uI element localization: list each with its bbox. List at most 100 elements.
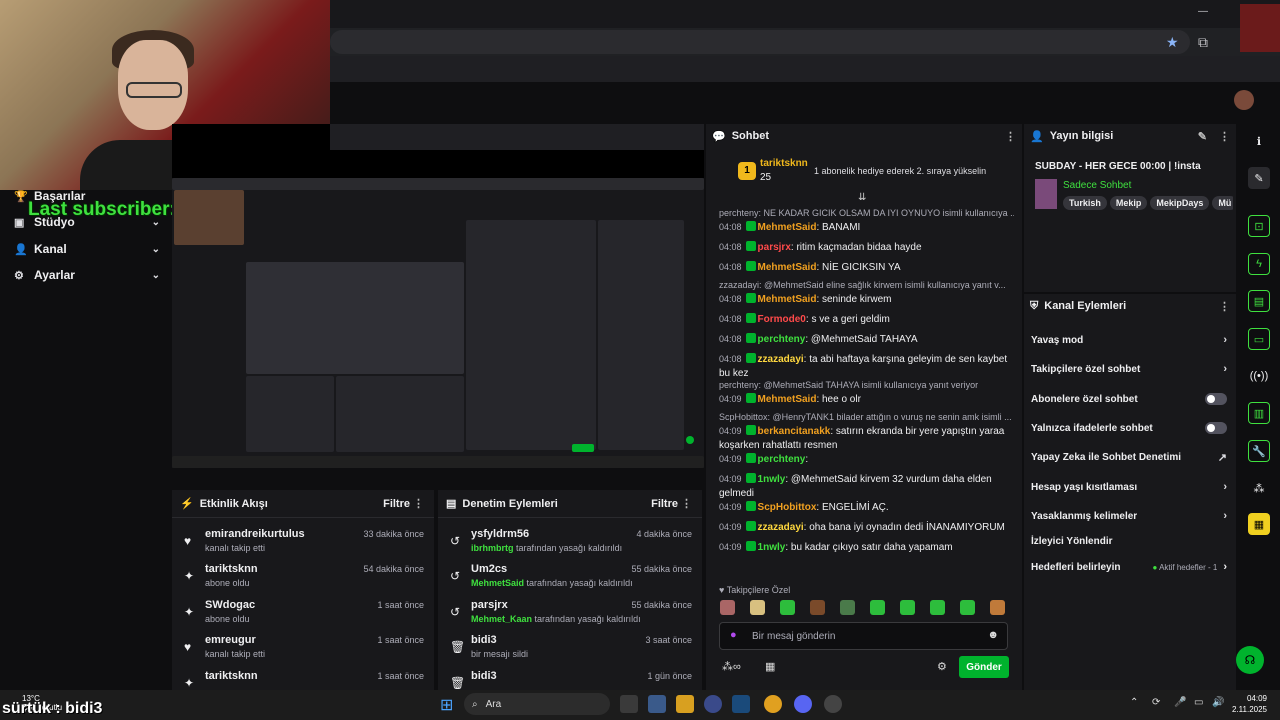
clapper-icon[interactable]: ▦ — [1248, 513, 1270, 535]
action-followers-only[interactable]: Takipçilere özel sohbet › — [1031, 360, 1227, 378]
layout-icon[interactable]: ▥ — [1248, 402, 1270, 424]
action-ai-moderation[interactable]: Yapay Zeka ile Sohbet Denetimi ↗ — [1031, 448, 1227, 466]
edit-icon[interactable]: ✎ — [1248, 167, 1270, 189]
emote[interactable] — [810, 600, 825, 615]
sidebar-item-kanal[interactable]: 👤 Kanal ⌄ — [14, 238, 160, 260]
subscribers-only-toggle[interactable] — [1205, 393, 1227, 405]
avatar[interactable] — [1234, 90, 1254, 110]
chat-username[interactable]: 1nwly — [758, 542, 786, 553]
tray-chevron-icon[interactable]: ⌃ — [1130, 697, 1138, 708]
more-options-icon[interactable]: ⋮ — [681, 497, 692, 510]
list-item[interactable]: 🗑 bidi3 bir mesajı sildi 3 saat önce — [438, 630, 702, 666]
more-options-icon[interactable]: ⋮ — [1219, 300, 1230, 313]
display-icon[interactable]: ▭ — [1194, 697, 1203, 708]
more-options-icon[interactable]: ⋮ — [1005, 130, 1016, 143]
list-item[interactable]: ✦ SWdogac abone oldu 1 saat önce — [172, 595, 434, 631]
chat-username[interactable]: MehmetSaid — [758, 294, 817, 305]
clock[interactable]: 04:09 2.11.2025 — [1232, 693, 1267, 715]
emote[interactable] — [990, 600, 1005, 615]
document-icon[interactable]: ▤ — [1248, 290, 1270, 312]
emote[interactable] — [840, 600, 855, 615]
store-icon[interactable]: ▦ — [765, 660, 775, 673]
info-icon[interactable]: ℹ — [1248, 130, 1270, 152]
action-account-age[interactable]: Hesap yaşı kısıtlaması › — [1031, 478, 1227, 496]
taskbar-search[interactable]: ⌕ Ara — [464, 693, 610, 715]
list-item[interactable]: ✦ tariktsknn 1 saat önce — [172, 666, 434, 690]
support-icon[interactable]: ☊ — [1236, 646, 1264, 674]
discord-icon[interactable] — [794, 695, 812, 713]
chat-username[interactable]: Formode0 — [758, 314, 806, 325]
chat-username[interactable]: MehmetSaid — [758, 262, 817, 273]
chat-username[interactable]: perchteny — [758, 454, 806, 465]
points-icon[interactable]: ⁂∞ — [722, 660, 741, 673]
action-subscribers-only[interactable]: Abonelere özel sohbet — [1031, 390, 1227, 408]
action-slow-mode[interactable]: Yavaş mod › — [1031, 331, 1227, 349]
microphone-tray-icon[interactable]: 🎤 — [1174, 697, 1186, 708]
edit-icon[interactable]: ✎ — [1198, 130, 1207, 143]
chat-username[interactable]: perchteny — [758, 334, 806, 345]
list-item[interactable]: ♥ emreugur kanalı takip etti 1 saat önce — [172, 630, 434, 666]
emote[interactable] — [900, 600, 915, 615]
volume-icon[interactable]: 🔊 — [1212, 697, 1224, 708]
list-item[interactable]: ↺ ysfyldrm56 ibrhmbrtg tarafından yasağı… — [438, 524, 702, 560]
list-item[interactable]: ↺ parsjrx Mehmet_Kaan tarafından yasağı … — [438, 595, 702, 631]
emote[interactable] — [780, 600, 795, 615]
filter-button[interactable]: Filtre — [383, 498, 410, 510]
chat-username[interactable]: zzazadayi — [758, 354, 804, 365]
extensions-icon[interactable]: ⧉ — [1198, 34, 1208, 51]
network-icon[interactable]: ⟳ — [1152, 697, 1160, 708]
calculator-icon[interactable] — [648, 695, 666, 713]
emote-only-toggle[interactable] — [1205, 422, 1227, 434]
send-button[interactable]: Gönder — [959, 656, 1009, 678]
obs-icon[interactable] — [824, 695, 842, 713]
emote[interactable] — [930, 600, 945, 615]
action-raid[interactable]: İzleyici Yönlendir — [1031, 532, 1227, 550]
chat-username[interactable]: zzazadayi — [758, 522, 804, 533]
list-item[interactable]: ♥ emirandreikurtulus kanalı takip etti 3… — [172, 524, 434, 560]
chat-username[interactable]: 1nwly — [758, 474, 786, 485]
list-item[interactable]: ↺ Um2cs MehmetSaid tarafından yasağı kal… — [438, 559, 702, 595]
more-options-icon[interactable]: ⋮ — [1219, 130, 1230, 143]
list-item[interactable]: 🗑 bidi3 1 gün önce — [438, 666, 702, 690]
settings-icon[interactable]: ⚙ — [937, 660, 947, 673]
chat-username[interactable]: MehmetSaid — [758, 222, 817, 233]
emote[interactable] — [960, 600, 975, 615]
filter-button[interactable]: Filtre — [651, 498, 678, 510]
sidebar-item-ayarlar[interactable]: ⚙ Ayarlar ⌄ — [14, 264, 160, 286]
chat-username[interactable]: parsjrx — [758, 242, 791, 253]
more-options-icon[interactable]: ⋮ — [413, 497, 424, 510]
microphone-icon[interactable]: ● — [730, 629, 737, 641]
chat-input[interactable]: ● Bir mesaj gönderin ☻ — [719, 622, 1008, 650]
emote[interactable] — [870, 600, 885, 615]
bookmark-star-icon[interactable]: ★ — [1166, 34, 1179, 51]
category-link[interactable]: Sadece Sohbet — [1063, 180, 1131, 191]
steam-icon[interactable] — [732, 695, 750, 713]
action-banned-words[interactable]: Yasaklanmış kelimeler › — [1031, 507, 1227, 525]
chat-username[interactable]: MehmetSaid — [758, 394, 817, 405]
action-emote-only[interactable]: Yalnızca ifadelerle sohbet — [1031, 419, 1227, 437]
address-bar[interactable] — [330, 30, 1190, 54]
action-goals[interactable]: Hedefleri belirleyin ● Aktif hedefler - … — [1031, 558, 1227, 576]
chat-username[interactable]: berkancitanakk — [758, 426, 831, 437]
list-item[interactable]: ✦ tariktsknn abone oldu 54 dakika önce — [172, 559, 434, 595]
scroll-down-icon[interactable]: ⇊ — [858, 192, 866, 203]
camera-icon[interactable]: ⊡ — [1248, 215, 1270, 237]
emote[interactable] — [720, 600, 735, 615]
emote[interactable] — [750, 600, 765, 615]
emoji-icon[interactable]: ☻ — [987, 629, 999, 641]
app-icon[interactable] — [704, 695, 722, 713]
profile-thumbnail[interactable] — [1240, 4, 1280, 52]
broadcast-icon[interactable]: ((•)) — [1248, 365, 1270, 387]
chat-username[interactable]: ScpHobittox — [758, 502, 817, 513]
minimize-icon[interactable]: — — [1198, 6, 1208, 17]
category-thumbnail[interactable] — [1035, 179, 1057, 209]
share-icon[interactable]: ⁂ — [1248, 477, 1270, 499]
bolt-icon[interactable]: ϟ — [1248, 253, 1270, 275]
chat-icon[interactable]: ▭ — [1248, 328, 1270, 350]
windows-start-icon[interactable]: ⊞ — [440, 695, 453, 715]
wrench-icon[interactable]: 🔧 — [1248, 440, 1270, 462]
chrome-icon[interactable] — [764, 695, 782, 713]
file-explorer-icon[interactable] — [676, 695, 694, 713]
sub-leaderboard[interactable]: 1 tariktsknn 25 1 abonelik hediye ederek… — [716, 154, 1016, 190]
task-view-icon[interactable] — [620, 695, 638, 713]
